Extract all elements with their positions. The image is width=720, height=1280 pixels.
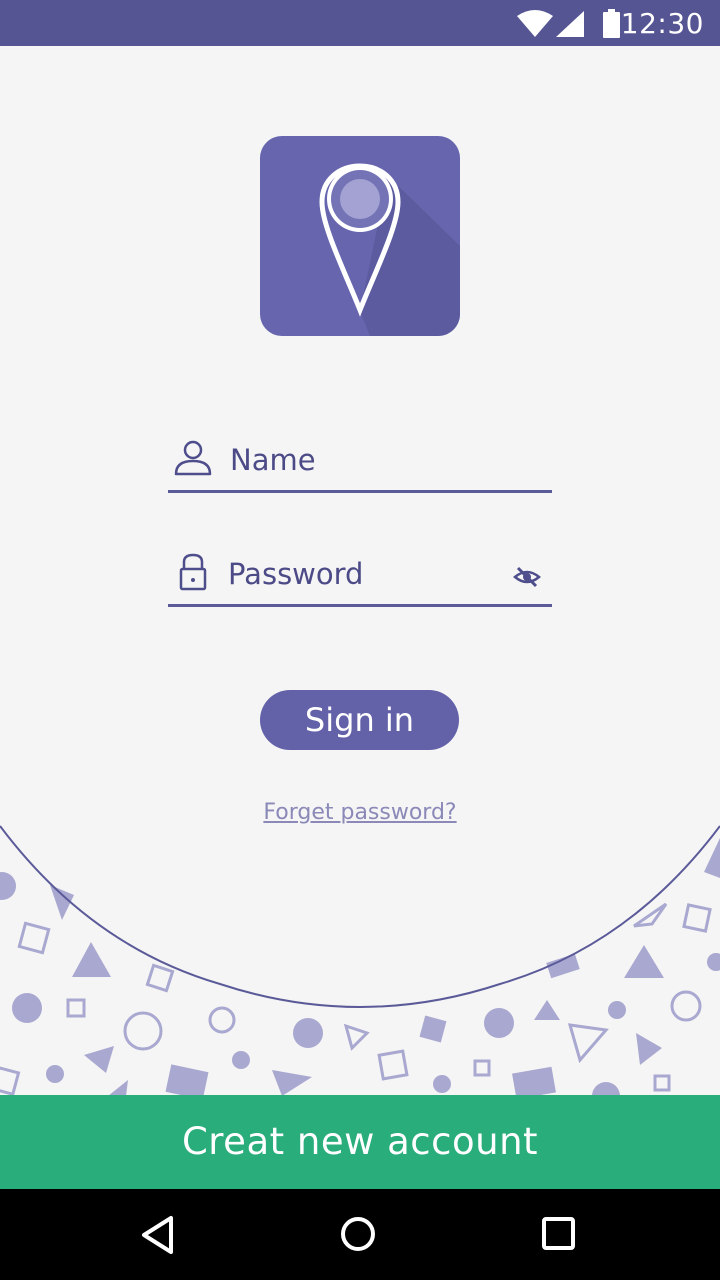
user-icon — [174, 440, 212, 476]
location-pin-icon — [319, 163, 460, 336]
background-pattern — [0, 825, 720, 1096]
eye-off-icon[interactable] — [512, 562, 542, 592]
name-field[interactable] — [168, 438, 552, 493]
name-input[interactable] — [230, 440, 510, 480]
create-account-button[interactable]: Creat new account — [0, 1095, 720, 1189]
lock-icon — [179, 553, 207, 591]
navigation-bar — [0, 1189, 720, 1280]
wifi-icon — [517, 10, 553, 37]
sign-in-button[interactable]: Sign in — [260, 690, 459, 750]
recent-square-icon[interactable] — [535, 1212, 581, 1258]
status-bar: 12:30 — [0, 0, 720, 46]
password-field[interactable] — [168, 552, 552, 607]
home-circle-icon[interactable] — [335, 1212, 381, 1258]
password-input[interactable] — [228, 554, 508, 594]
signal-icon — [556, 11, 584, 37]
back-triangle-icon[interactable] — [136, 1212, 182, 1258]
battery-icon — [603, 9, 620, 38]
status-time: 12:30 — [620, 7, 704, 40]
app-logo — [260, 136, 460, 336]
status-icons — [517, 9, 620, 38]
